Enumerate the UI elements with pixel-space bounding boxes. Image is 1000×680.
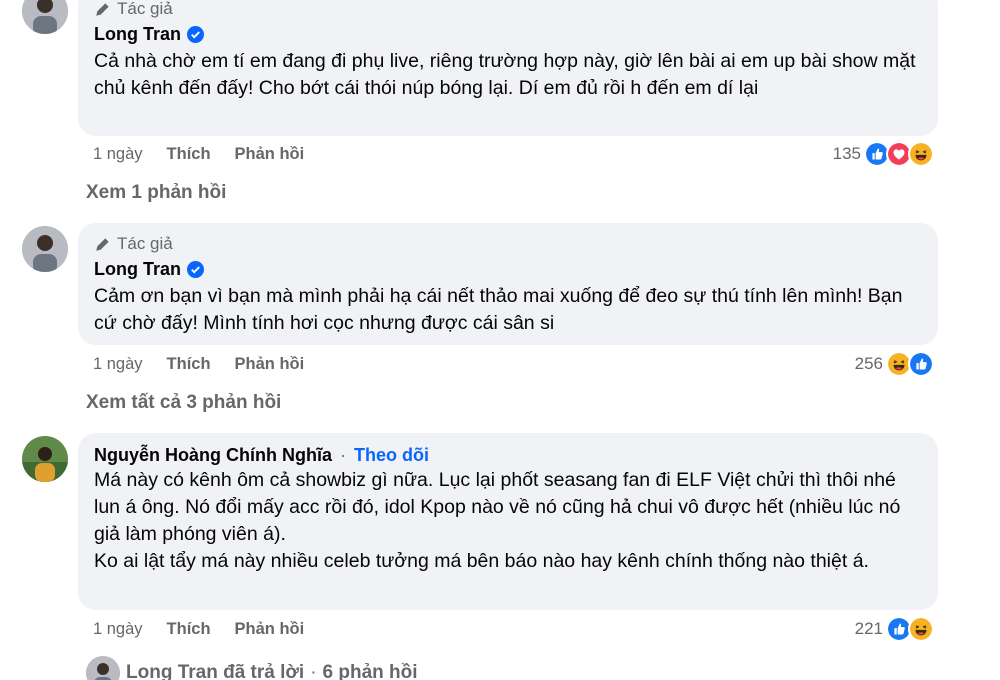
reaction-summary[interactable]: 135 — [833, 140, 934, 168]
comment-actions: 1 ngày Thích Phản hồi — [93, 142, 328, 166]
avatar[interactable] — [22, 436, 68, 482]
comment-text: Cảm ơn bạn vì bạn mà mình phải hạ cái nế… — [94, 285, 903, 334]
follow-button[interactable]: Theo dõi — [354, 445, 429, 466]
replied-summary-row[interactable]: Long Tran đã trả lời · 6 phản hồi — [86, 656, 418, 680]
comment-text-paragraph-1: Má này có kênh ôm cả showbiz gì nữa. Lục… — [94, 469, 901, 545]
comment-time[interactable]: 1 ngày — [93, 355, 143, 374]
like-button[interactable]: Thích — [167, 620, 211, 639]
comment-actions: 1 ngày Thích Phản hồi — [93, 617, 328, 641]
view-replies-link[interactable]: Xem tất cả 3 phản hồi — [86, 392, 281, 414]
verified-icon — [187, 25, 204, 43]
like-reaction-icon — [908, 351, 934, 377]
author-badge: Tác giả — [94, 0, 173, 20]
like-button[interactable]: Thích — [167, 355, 211, 374]
comment-actions: 1 ngày Thích Phản hồi — [93, 352, 328, 376]
badge-label: Tác giả — [117, 234, 173, 253]
avatar — [86, 656, 120, 680]
comment-bubble: Nguyễn Hoàng Chính Nghĩa · Theo dõi Má n… — [78, 433, 938, 610]
reaction-count: 221 — [854, 619, 883, 638]
comment-bubble: Tác giả Long Tran Cả nhà chờ em tí em đa… — [78, 0, 938, 136]
comment-time[interactable]: 1 ngày — [93, 145, 143, 164]
reaction-summary[interactable]: 256 — [855, 350, 934, 378]
like-button[interactable]: Thích — [167, 145, 211, 164]
author-badge: Tác giả — [94, 233, 173, 255]
avatar[interactable] — [22, 0, 68, 34]
replied-text: Long Tran đã trả lời — [126, 662, 305, 680]
author-name[interactable]: Long Tran — [94, 24, 181, 45]
badge-label: Tác giả — [117, 0, 173, 18]
pencil-icon — [96, 238, 109, 251]
reply-count: 6 phản hồi — [322, 662, 418, 680]
pencil-icon — [96, 3, 109, 16]
avatar[interactable] — [22, 226, 68, 272]
reply-button[interactable]: Phản hồi — [235, 620, 305, 639]
reaction-count: 135 — [832, 144, 861, 163]
separator: · — [340, 444, 346, 465]
comment-text-paragraph-2: Ko ai lật tẩy má này nhiều celeb tưởng m… — [94, 550, 869, 572]
comment-text: Cả nhà chờ em tí em đang đi phụ live, ri… — [94, 50, 916, 99]
comment-text: Má này có kênh ôm cả showbiz gì nữa. Lục… — [94, 467, 920, 575]
reply-button[interactable]: Phản hồi — [235, 355, 305, 374]
reply-button[interactable]: Phản hồi — [235, 145, 305, 164]
comment-bubble: Tác giả Long Tran Cảm ơn bạn vì bạn mà m… — [78, 223, 938, 345]
reaction-count: 256 — [854, 354, 883, 373]
view-replies-link[interactable]: Xem 1 phản hồi — [86, 182, 226, 204]
reaction-summary[interactable]: 221 — [855, 615, 934, 643]
verified-icon — [187, 260, 204, 278]
haha-reaction-icon — [908, 616, 934, 642]
haha-reaction-icon — [908, 141, 934, 167]
author-name[interactable]: Long Tran — [94, 259, 181, 280]
author-name[interactable]: Nguyễn Hoàng Chính Nghĩa — [94, 445, 332, 466]
comment-time[interactable]: 1 ngày — [93, 620, 143, 639]
separator: · — [310, 662, 317, 680]
